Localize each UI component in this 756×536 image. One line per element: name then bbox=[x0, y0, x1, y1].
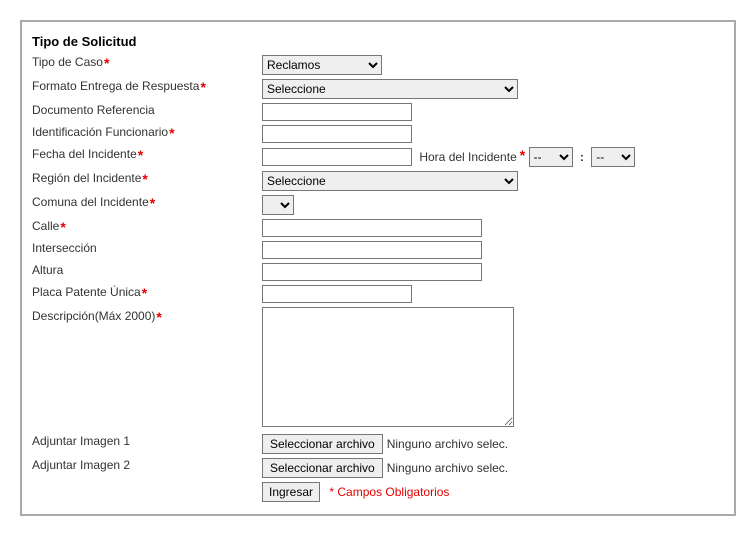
file-status-1: Ninguno archivo selec. bbox=[387, 437, 508, 451]
row-documento-ref: Documento Referencia bbox=[32, 101, 724, 123]
select-comuna-incidente[interactable] bbox=[262, 195, 294, 215]
row-region-incidente: Región del Incidente* Seleccione bbox=[32, 169, 724, 193]
input-id-funcionario[interactable] bbox=[262, 125, 412, 143]
label-descripcion: Descripción(Máx 2000) bbox=[32, 309, 155, 323]
required-asterisk: * bbox=[200, 79, 205, 95]
input-documento-ref[interactable] bbox=[262, 103, 412, 121]
select-tipo-caso[interactable]: Reclamos bbox=[262, 55, 382, 75]
file-button-1[interactable]: Seleccionar archivo bbox=[262, 434, 383, 454]
row-calle: Calle* bbox=[32, 217, 724, 239]
label-placa: Placa Patente Única bbox=[32, 285, 141, 299]
file-status-2: Ninguno archivo selec. bbox=[387, 461, 508, 475]
row-submit: Ingresar * Campos Obligatorios bbox=[32, 480, 724, 504]
required-asterisk: * bbox=[169, 125, 174, 141]
label-interseccion: Intersección bbox=[32, 241, 97, 255]
submit-button[interactable]: Ingresar bbox=[262, 482, 320, 502]
input-interseccion[interactable] bbox=[262, 241, 482, 259]
row-fecha-incidente: Fecha del Incidente* Hora del Incidente*… bbox=[32, 145, 724, 169]
label-comuna-incidente: Comuna del Incidente bbox=[32, 195, 149, 209]
required-asterisk: * bbox=[104, 55, 109, 71]
label-id-funcionario: Identificación Funcionario bbox=[32, 125, 168, 139]
required-note: * Campos Obligatorios bbox=[329, 485, 449, 499]
row-placa: Placa Patente Única* bbox=[32, 283, 724, 305]
required-asterisk: * bbox=[142, 285, 147, 301]
label-tipo-caso: Tipo de Caso bbox=[32, 55, 103, 69]
label-adj-img2: Adjuntar Imagen 2 bbox=[32, 458, 130, 472]
label-hora-incidente: Hora del Incidente bbox=[419, 150, 516, 164]
row-tipo-caso: Tipo de Caso* Reclamos bbox=[32, 53, 724, 77]
row-formato-entrega: Formato Entrega de Respuesta* Seleccione bbox=[32, 77, 724, 101]
label-fecha-incidente: Fecha del Incidente bbox=[32, 147, 137, 161]
row-adjuntar-imagen-1: Adjuntar Imagen 1 Seleccionar archivo Ni… bbox=[32, 432, 724, 456]
row-interseccion: Intersección bbox=[32, 239, 724, 261]
label-adj-img1: Adjuntar Imagen 1 bbox=[32, 434, 130, 448]
label-calle: Calle bbox=[32, 219, 59, 233]
row-adjuntar-imagen-2: Adjuntar Imagen 2 Seleccionar archivo Ni… bbox=[32, 456, 724, 480]
input-fecha-incidente[interactable] bbox=[262, 148, 412, 166]
required-asterisk: * bbox=[520, 147, 525, 163]
label-region-incidente: Región del Incidente bbox=[32, 171, 141, 185]
textarea-descripcion[interactable] bbox=[262, 307, 514, 427]
row-altura: Altura bbox=[32, 261, 724, 283]
input-altura[interactable] bbox=[262, 263, 482, 281]
row-comuna-incidente: Comuna del Incidente* bbox=[32, 193, 724, 217]
label-documento-ref: Documento Referencia bbox=[32, 103, 155, 117]
select-region-incidente[interactable]: Seleccione bbox=[262, 171, 518, 191]
select-formato-entrega[interactable]: Seleccione bbox=[262, 79, 518, 99]
select-hora-mm[interactable]: -- bbox=[591, 147, 635, 167]
required-asterisk: * bbox=[156, 309, 161, 325]
label-altura: Altura bbox=[32, 263, 63, 277]
required-asterisk: * bbox=[60, 219, 65, 235]
required-asterisk: * bbox=[142, 171, 147, 187]
time-separator: : bbox=[580, 150, 584, 164]
input-calle[interactable] bbox=[262, 219, 482, 237]
request-form-panel: Tipo de Solicitud Tipo de Caso* Reclamos… bbox=[20, 20, 736, 516]
row-descripcion: Descripción(Máx 2000)* bbox=[32, 305, 724, 432]
section-title: Tipo de Solicitud bbox=[32, 34, 724, 49]
label-formato-entrega: Formato Entrega de Respuesta bbox=[32, 79, 199, 93]
select-hora-hh[interactable]: -- bbox=[529, 147, 573, 167]
row-id-funcionario: Identificación Funcionario* bbox=[32, 123, 724, 145]
required-asterisk: * bbox=[150, 195, 155, 211]
required-asterisk: * bbox=[138, 147, 143, 163]
file-button-2[interactable]: Seleccionar archivo bbox=[262, 458, 383, 478]
form-table: Tipo de Caso* Reclamos Formato Entrega d… bbox=[32, 53, 724, 504]
input-placa[interactable] bbox=[262, 285, 412, 303]
